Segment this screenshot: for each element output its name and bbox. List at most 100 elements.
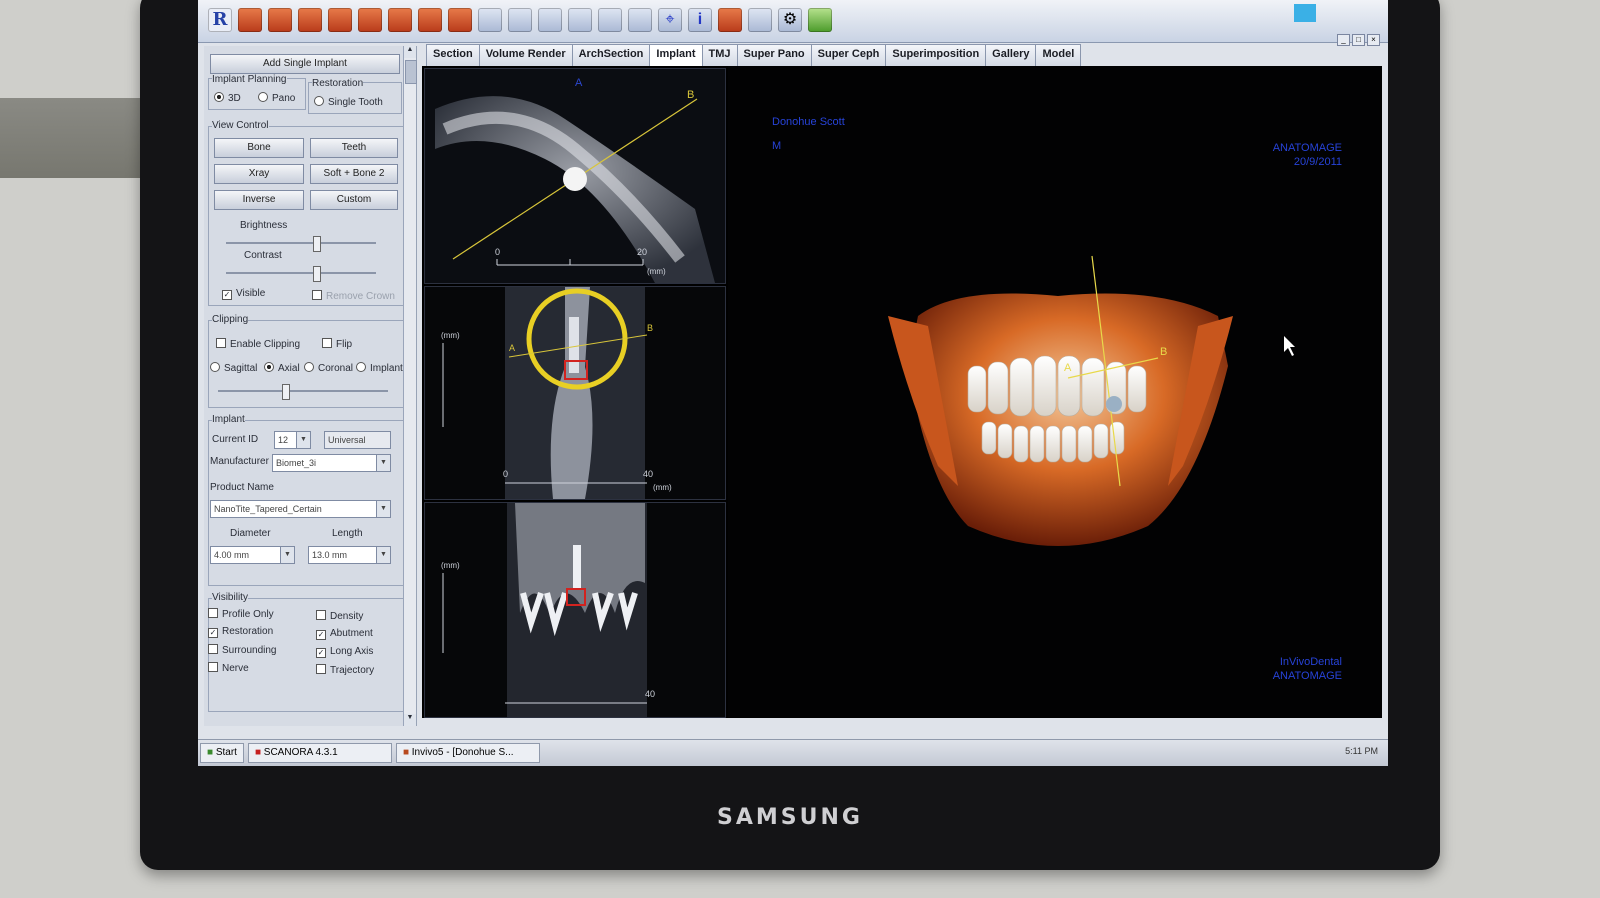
diameter-select[interactable]: 4.00 mm ▼	[210, 546, 295, 564]
tooth-icon[interactable]	[358, 8, 382, 32]
tooth-icon[interactable]	[268, 8, 292, 32]
bone-button[interactable]: Bone	[214, 138, 304, 158]
tab-archsection[interactable]: ArchSection	[571, 44, 651, 66]
current-id-select[interactable]: 12 ▼	[274, 431, 311, 449]
brightness-slider[interactable]	[226, 236, 376, 252]
tab-tmj[interactable]: TMJ	[701, 44, 738, 66]
bell-icon[interactable]	[718, 8, 742, 32]
inverse-button[interactable]: Inverse	[214, 190, 304, 210]
pencil-icon[interactable]	[598, 8, 622, 32]
tab-gallery[interactable]: Gallery	[985, 44, 1037, 66]
taskbar-item-scanora[interactable]: ■ SCANORA 4.3.1	[247, 743, 392, 763]
check-icon: ✓	[208, 628, 218, 638]
ruler-icon[interactable]	[478, 8, 502, 32]
tab-superimposition[interactable]: Superimposition	[885, 44, 987, 66]
slider-thumb[interactable]	[313, 236, 321, 252]
axial-view[interactable]: A B 0 20 (mm)	[424, 68, 726, 284]
volume-3d-view[interactable]: Donohue Scott M ANATOMAGE 20/9/2011 InVi…	[728, 66, 1382, 718]
visibility-label: Visibility	[212, 592, 248, 603]
length-select[interactable]: 13.0 mm ▼	[308, 546, 391, 564]
custom-button[interactable]: Custom	[310, 190, 398, 210]
cross-section-view[interactable]: A B (mm) 0 40 (mm)	[424, 286, 726, 500]
scanora-label: SCANORA 4.3.1	[263, 747, 338, 758]
close-button[interactable]: ×	[1367, 34, 1380, 46]
radio-sagittal[interactable]: Sagittal	[210, 362, 257, 374]
checkbox-box	[216, 338, 226, 348]
grid-icon[interactable]	[628, 8, 652, 32]
tab-super-pano[interactable]: Super Pano	[736, 44, 812, 66]
teeth-button[interactable]: Teeth	[310, 138, 398, 158]
tooth-icon[interactable]	[298, 8, 322, 32]
view-tabs: Section Volume Render ArchSection Implan…	[426, 44, 1082, 66]
flip-checkbox[interactable]: Flip	[322, 338, 352, 350]
slider-thumb[interactable]	[313, 266, 321, 282]
checkbox-box	[208, 608, 218, 618]
density-label: Density	[330, 611, 364, 622]
trajectory-label: Trajectory	[330, 665, 375, 676]
marker-icon[interactable]	[808, 8, 832, 32]
radio-implant[interactable]: Implant	[356, 362, 403, 374]
tab-implant[interactable]: Implant	[649, 44, 703, 66]
radio-single-tooth[interactable]: Single Tooth	[314, 96, 383, 108]
tangential-scale-40: 40	[645, 689, 656, 699]
scroll-down-icon[interactable]: ▼	[404, 714, 416, 726]
slider-thumb[interactable]	[282, 384, 290, 400]
clipping-slider[interactable]	[218, 384, 388, 400]
add-single-implant-button[interactable]: Add Single Implant	[210, 54, 400, 74]
start-button[interactable]: ■ Start	[200, 743, 244, 763]
crown-icon[interactable]	[388, 8, 412, 32]
contrast-slider[interactable]	[226, 266, 376, 282]
view-area: A B 0 20 (mm) A B (mm) 0 40 (mm) (mm) 40…	[422, 66, 1382, 718]
abutment-checkbox[interactable]: ✓ Abutment	[316, 628, 373, 640]
product-value: NanoTite_Tapered_Certain	[214, 504, 322, 514]
probe-icon[interactable]	[538, 8, 562, 32]
nerve-checkbox[interactable]: Nerve	[208, 662, 249, 674]
long-axis-checkbox[interactable]: ✓ Long Axis	[316, 646, 373, 658]
gear-icon[interactable]: ⚙	[778, 8, 802, 32]
taskbar-item-invivo[interactable]: ■ Invivo5 - [Donohue S...	[395, 743, 540, 763]
tab-section[interactable]: Section	[426, 44, 480, 66]
product-name-label: Product Name	[210, 482, 274, 493]
profile-only-checkbox[interactable]: Profile Only	[208, 608, 274, 620]
product-name-select[interactable]: NanoTite_Tapered_Certain ▼	[210, 500, 391, 518]
manufacturer-select[interactable]: Biomet_3i ▼	[272, 454, 391, 472]
axial-scale-20: 20	[637, 247, 648, 257]
density-checkbox[interactable]: Density	[316, 610, 363, 622]
tooth-icon[interactable]	[238, 8, 262, 32]
radio-pano[interactable]: Pano	[258, 92, 295, 104]
tooth-icon[interactable]	[328, 8, 352, 32]
tangential-view[interactable]: (mm) 40	[424, 502, 726, 718]
system-tray-icon[interactable]	[1294, 4, 1316, 22]
implant-icon[interactable]	[748, 8, 772, 32]
radio-dot-icon	[210, 362, 220, 372]
tab-model[interactable]: Model	[1035, 44, 1082, 66]
minimize-button[interactable]: _	[1337, 34, 1350, 46]
tab-super-ceph[interactable]: Super Ceph	[810, 44, 887, 66]
tooth-icon[interactable]	[418, 8, 442, 32]
radio-3d-label: 3D	[228, 93, 241, 104]
surrounding-checkbox[interactable]: Surrounding	[208, 644, 276, 656]
remove-crown-checkbox[interactable]: Remove Crown	[312, 290, 395, 302]
radio-coronal[interactable]: Coronal	[304, 362, 353, 374]
visible-checkbox[interactable]: ✓ Visible	[222, 288, 265, 300]
maximize-button[interactable]: □	[1352, 34, 1365, 46]
chevron-down-icon: ▼	[376, 501, 390, 517]
restoration-checkbox[interactable]: ✓ Restoration	[208, 626, 273, 638]
crosshair-icon[interactable]: ⌖	[658, 8, 682, 32]
grid-icon[interactable]	[568, 8, 592, 32]
info-icon[interactable]: i	[688, 8, 712, 32]
left-control-panel: Add Single Implant Implant Planning 3D P…	[204, 46, 417, 726]
radio-axial[interactable]: Axial	[264, 362, 300, 374]
tooth-icon[interactable]	[448, 8, 472, 32]
tab-volume-render[interactable]: Volume Render	[478, 44, 573, 66]
radio-3d[interactable]: 3D	[214, 92, 241, 104]
scroll-up-icon[interactable]: ▲	[404, 46, 416, 58]
soft-bone-button[interactable]: Soft + Bone 2	[310, 164, 398, 184]
scroll-thumb[interactable]	[405, 60, 417, 84]
r-logo-icon[interactable]: R	[208, 8, 232, 32]
panel-scrollbar[interactable]: ▲ ▼	[403, 46, 417, 726]
enable-clipping-checkbox[interactable]: Enable Clipping	[216, 338, 300, 350]
trajectory-checkbox[interactable]: Trajectory	[316, 664, 374, 676]
angle-icon[interactable]	[508, 8, 532, 32]
xray-button[interactable]: Xray	[214, 164, 304, 184]
